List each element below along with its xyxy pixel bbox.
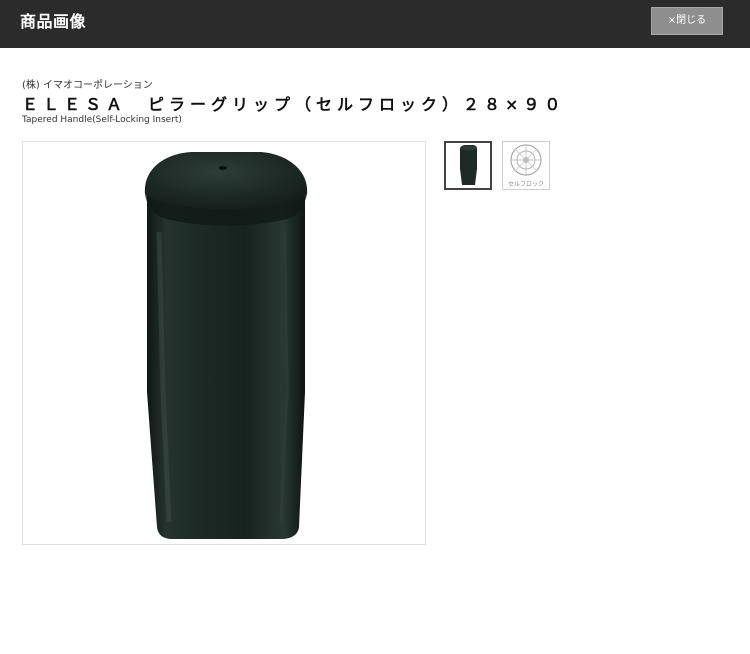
header-bar: 商品画像 ×閉じる [0, 0, 750, 48]
close-button[interactable]: ×閉じる [651, 7, 723, 35]
product-name: ＥＬＥＳＡ ピラーグリップ（セルフロック）２８×９０ [22, 95, 566, 114]
thumbnail-self-lock[interactable]: セルフロック [502, 141, 550, 190]
pillar-grip-image [144, 152, 308, 539]
product-subtitle: Tapered Handle(Self-Locking Insert) [22, 115, 182, 125]
page-title: 商品画像 [20, 12, 87, 31]
main-product-image [22, 141, 426, 545]
thumbnail-caption: セルフロック [507, 181, 544, 188]
thumbnail-grip[interactable] [444, 141, 492, 190]
grip-thumbnail-icon [460, 145, 477, 185]
maker-name: (株) イマオコーポレーション [22, 80, 153, 91]
self-lock-insert-thumbnail-icon [510, 144, 542, 176]
